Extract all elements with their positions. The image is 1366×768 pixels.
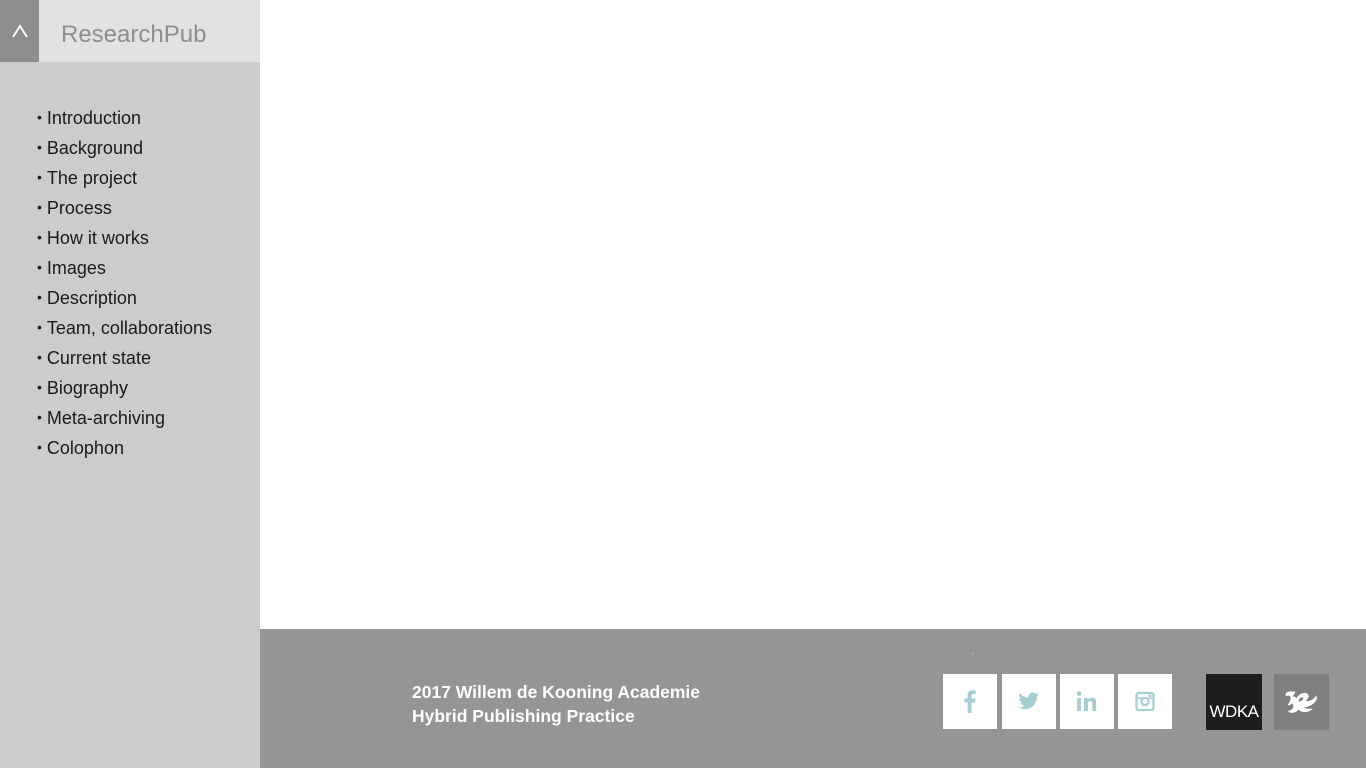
toc-item-description[interactable]: • Description bbox=[37, 285, 212, 315]
instagram-icon bbox=[1135, 691, 1155, 712]
toc-item-images[interactable]: • Images bbox=[37, 255, 212, 285]
table-of-contents: • Introduction • Background • The project •… bbox=[37, 105, 212, 465]
toc-item-label: How it works bbox=[46, 228, 149, 248]
facebook-icon bbox=[964, 690, 976, 713]
facebook-link[interactable] bbox=[943, 674, 997, 729]
wdka-logo[interactable]: WDKA bbox=[1206, 674, 1262, 730]
toc-item-the-project[interactable]: • The project bbox=[37, 165, 212, 195]
toc-item-label: Team, collaborations bbox=[46, 318, 212, 338]
bullet: • bbox=[37, 379, 42, 395]
hogeschool-rotterdam-logo[interactable] bbox=[1274, 674, 1329, 730]
footer-credit-line-2: Hybrid Publishing Practice bbox=[412, 706, 635, 726]
toc-item-label: Meta-archiving bbox=[46, 408, 165, 428]
bullet: • bbox=[37, 409, 42, 425]
toc-item-team-collaborations[interactable]: • Team, collaborations bbox=[37, 315, 212, 345]
scroll-top-button[interactable] bbox=[0, 0, 39, 62]
toc-item-label: Introduction bbox=[46, 108, 141, 128]
caret-up-icon bbox=[12, 24, 28, 38]
twitter-icon bbox=[1018, 692, 1039, 710]
toc-item-label: Images bbox=[46, 258, 106, 278]
site-title[interactable]: ResearchPub bbox=[61, 20, 206, 50]
toc-item-process[interactable]: • Process bbox=[37, 195, 212, 225]
bullet: • bbox=[37, 199, 42, 215]
toc-item-how-it-works[interactable]: • How it works bbox=[37, 225, 212, 255]
toc-item-current-state[interactable]: • Current state bbox=[37, 345, 212, 375]
bullet: • bbox=[37, 319, 42, 335]
bullet: • bbox=[37, 289, 42, 305]
toc-item-meta-archiving[interactable]: • Meta-archiving bbox=[37, 405, 212, 435]
bullet: • bbox=[37, 139, 42, 155]
toc-item-introduction[interactable]: • Introduction bbox=[37, 105, 212, 135]
linkedin-icon bbox=[1076, 691, 1097, 711]
linkedin-link[interactable] bbox=[1060, 674, 1114, 729]
toc-item-label: Current state bbox=[46, 348, 151, 368]
toc-item-biography[interactable]: • Biography bbox=[37, 375, 212, 405]
toc-item-label: Description bbox=[46, 288, 137, 308]
hr-logo-icon bbox=[1285, 691, 1317, 713]
wdka-logo-text: WDKA bbox=[1209, 702, 1260, 721]
bullet: • bbox=[37, 109, 42, 125]
bullet: • bbox=[37, 229, 42, 245]
twitter-link[interactable] bbox=[1002, 674, 1056, 729]
bullet: • bbox=[37, 169, 42, 185]
divider-dot bbox=[972, 653, 974, 655]
footer-credit-line-1: 2017 Willem de Kooning Academie bbox=[412, 682, 701, 702]
footer-credits: 2017 Willem de Kooning Academie Hybrid P… bbox=[412, 680, 700, 728]
sidebar-header: ResearchPub bbox=[0, 0, 260, 62]
sidebar: ResearchPub • Introduction • Background • T… bbox=[0, 0, 260, 768]
bullet: • bbox=[37, 439, 42, 455]
main-content bbox=[260, 0, 1366, 629]
instagram-link[interactable] bbox=[1118, 674, 1172, 729]
toc-item-label: Process bbox=[46, 198, 112, 218]
toc-item-background[interactable]: • Background bbox=[37, 135, 212, 165]
toc-item-label: The project bbox=[46, 168, 137, 188]
footer: 2017 Willem de Kooning Academie Hybrid P… bbox=[260, 629, 1366, 768]
toc-item-label: Biography bbox=[46, 378, 128, 398]
toc-item-label: Colophon bbox=[46, 438, 124, 458]
bullet: • bbox=[37, 259, 42, 275]
toc-item-label: Background bbox=[46, 138, 143, 158]
bullet: • bbox=[37, 349, 42, 365]
toc-item-colophon[interactable]: • Colophon bbox=[37, 435, 212, 465]
